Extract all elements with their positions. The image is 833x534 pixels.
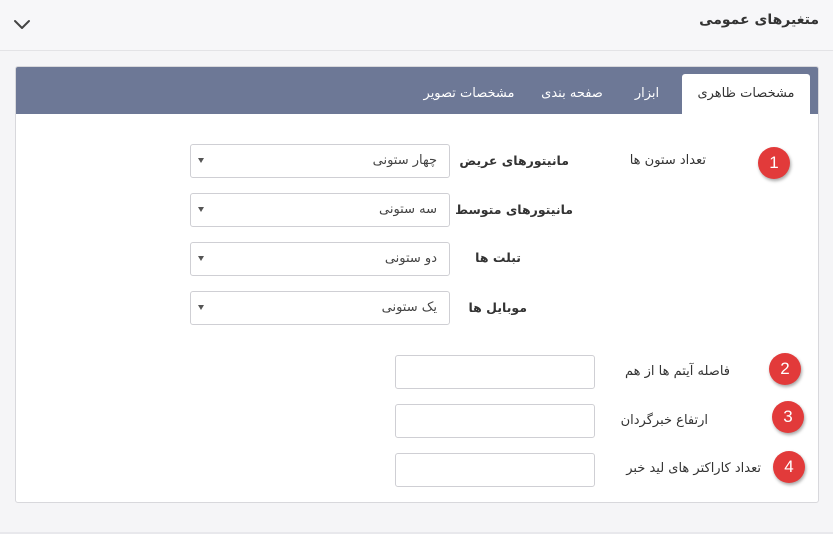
device-label-mobile: موبایل ها <box>468 300 527 315</box>
device-label-medium: مانیتورهای متوسط <box>455 202 573 217</box>
badge-1: 1 <box>758 147 790 179</box>
dropdown-arrow-icon <box>198 158 204 163</box>
item-spacing-label: فاصله آیتم ها از هم <box>624 364 730 379</box>
badge-3: 3 <box>772 401 804 433</box>
chevron-down-icon[interactable] <box>12 14 32 34</box>
select-value: سه ستونی <box>379 202 437 217</box>
select-value: دو ستونی <box>384 251 437 266</box>
dropdown-arrow-icon <box>198 207 204 212</box>
tab-appearance[interactable]: مشخصات ظاهری <box>682 74 810 114</box>
page: متغیرهای عمومی مشخصات ظاهری ابزار صفحه ب… <box>0 0 833 534</box>
columns-select-mobile[interactable]: یک ستونی <box>190 291 450 325</box>
select-value: یک ستونی <box>381 300 437 315</box>
item-spacing-input[interactable] <box>395 355 595 389</box>
dropdown-arrow-icon <box>198 256 204 261</box>
device-label-wide: مانیتورهای عریض <box>459 153 569 168</box>
badge-4: 4 <box>773 451 805 483</box>
columns-select-medium[interactable]: سه ستونی <box>190 193 450 227</box>
tab-tools[interactable]: ابزار <box>619 77 675 114</box>
select-value: چهار ستونی <box>372 153 437 168</box>
lead-chars-label: تعداد کاراکتر های لید خبر <box>626 461 761 476</box>
columns-label: تعداد ستون ها <box>629 153 706 168</box>
dropdown-arrow-icon <box>198 305 204 310</box>
columns-select-wide[interactable]: چهار ستونی <box>190 144 450 178</box>
ticker-height-label: ارتفاع خبرگردان <box>620 413 708 428</box>
tab-bar: مشخصات ظاهری ابزار صفحه بندی مشخصات تصوی… <box>16 67 818 114</box>
lead-chars-input[interactable] <box>395 453 595 487</box>
ticker-height-input[interactable] <box>395 404 595 438</box>
device-label-tablet: تبلت ها <box>475 250 521 265</box>
badge-2: 2 <box>769 353 801 385</box>
tab-pagination[interactable]: صفحه بندی <box>532 77 612 114</box>
section-title: متغیرهای عمومی <box>699 12 819 28</box>
section-header[interactable]: متغیرهای عمومی <box>0 0 833 51</box>
columns-select-tablet[interactable]: دو ستونی <box>190 242 450 276</box>
tab-image-settings[interactable]: مشخصات تصویر <box>414 77 524 114</box>
